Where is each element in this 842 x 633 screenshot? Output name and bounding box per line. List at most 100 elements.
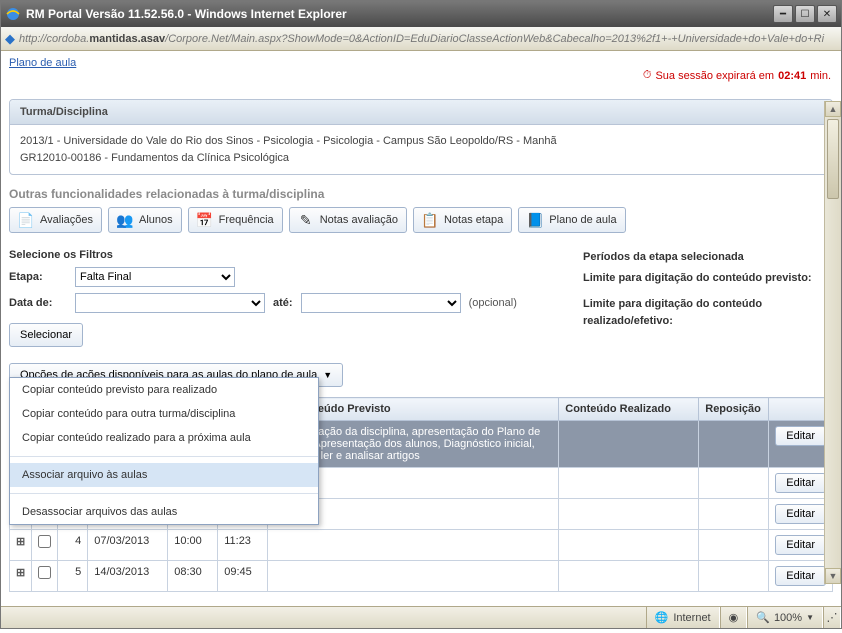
menu-separator	[10, 456, 318, 457]
turma-disciplina-panel: Turma/Disciplina 2013/1 - Universidade d…	[9, 99, 833, 175]
alunos-label: Alunos	[139, 214, 173, 226]
periods-section: Períodos da etapa selecionada Limite par…	[583, 249, 833, 347]
avaliacoes-label: Avaliações	[40, 214, 93, 226]
cell-conteudo-previsto	[268, 530, 559, 561]
notas-etapa-button[interactable]: 📋Notas etapa	[413, 207, 512, 233]
data-de-select[interactable]	[75, 293, 265, 313]
window-title: RM Portal Versão 11.52.56.0 - Windows In…	[26, 7, 773, 21]
frequencia-button[interactable]: 📅 Frequência	[188, 207, 283, 233]
address-bar: ◆ http://cordoba.mantidas.asav/Corpore.N…	[1, 27, 841, 51]
cell-reposicao	[699, 421, 769, 468]
menu-desassociar-arquivos[interactable]: Desassociar arquivos das aulas	[10, 500, 318, 524]
page-content: Plano de aula ⏱ Sua sessão expirará em 0…	[1, 51, 841, 606]
date-row: Data de: até: (opcional)	[9, 293, 563, 313]
options-dropdown-menu: Copiar conteúdo previsto para realizado …	[9, 377, 319, 525]
edit-button[interactable]: Editar	[775, 504, 826, 524]
filters-title: Selecione os Filtros	[9, 249, 563, 261]
zone-label: Internet	[673, 612, 710, 624]
doc-check-icon: 📄	[18, 212, 34, 228]
status-bar: 🌐 Internet ◉ 🔍 100% ▼ ⋰	[1, 606, 841, 628]
menu-copiar-realizado-proxima[interactable]: Copiar conteúdo realizado para a próxima…	[10, 426, 318, 450]
filters-section: Selecione os Filtros Etapa: Falta Final …	[9, 249, 563, 347]
row-checkbox[interactable]	[38, 566, 51, 579]
url-host: mantidas.asav	[89, 33, 165, 45]
notas-avaliacao-button[interactable]: ✎ Notas avaliação	[289, 207, 407, 233]
ie-logo-icon	[5, 6, 21, 22]
plano-aula-button[interactable]: 📘Plano de aula	[518, 207, 625, 233]
etapa-row: Etapa: Falta Final	[9, 267, 563, 287]
panel-line2: GR12010-00186 - Fundamentos da Clínica P…	[20, 150, 822, 167]
people-icon: 👥	[117, 212, 133, 228]
data-ate-select[interactable]	[301, 293, 461, 313]
edit-button[interactable]: Editar	[775, 535, 826, 555]
edit-button[interactable]: Editar	[775, 473, 826, 493]
menu-separator2	[10, 493, 318, 494]
cell-data: 07/03/2013	[88, 530, 168, 561]
title-bar: RM Portal Versão 11.52.56.0 - Windows In…	[1, 1, 841, 27]
session-expiry-warning: ⏱ Sua sessão expirará em 02:41 min.	[643, 69, 831, 82]
close-button[interactable]: ✕	[817, 5, 837, 23]
book-icon: 📘	[527, 212, 543, 228]
function-toolbar: 📄 Avaliações 👥 Alunos 📅 Frequência ✎ Notas a…	[9, 207, 833, 233]
expand-icon[interactable]: ⊞	[16, 567, 25, 579]
cell-conteudo-realizado	[559, 530, 699, 561]
cell-termino: 11:23	[218, 530, 268, 561]
vertical-scrollbar[interactable]: ▲ ▼	[824, 101, 841, 584]
cell-reposicao	[699, 499, 769, 530]
chevron-down-icon: ▼	[806, 613, 814, 622]
clock-icon: ⏱	[643, 69, 652, 82]
expand-icon[interactable]: ⊞	[16, 536, 25, 548]
calendar-icon: 📅	[197, 212, 213, 228]
panel-line1: 2013/1 - Universidade do Vale do Rio dos…	[20, 133, 822, 150]
row-checkbox[interactable]	[38, 535, 51, 548]
periods-realizado-label: Limite para digitação do conteúdo realiz…	[583, 298, 762, 327]
scroll-thumb[interactable]	[827, 119, 839, 199]
cell-conteudo-previsto	[268, 561, 559, 592]
pencil-icon: ✎	[298, 212, 314, 228]
cell-inicio: 10:00	[168, 530, 218, 561]
window-buttons: ━ ☐ ✕	[773, 5, 837, 23]
session-suffix: min.	[810, 70, 831, 82]
etapa-label: Etapa:	[9, 271, 67, 283]
minimize-button[interactable]: ━	[773, 5, 793, 23]
list-icon: 📋	[422, 212, 438, 228]
url-text[interactable]: http://cordoba.mantidas.asav/Corpore.Net…	[19, 33, 837, 45]
cell-inicio: 08:30	[168, 561, 218, 592]
table-row: ⊞ 514/03/201308:3009:45 Editar	[10, 561, 833, 592]
menu-copiar-previsto-realizado[interactable]: Copiar conteúdo previsto para realizado	[10, 378, 318, 402]
notas-avaliacao-label: Notas avaliação	[320, 214, 398, 226]
globe-icon: 🌐	[655, 611, 669, 624]
scroll-up-arrow-icon[interactable]: ▲	[825, 101, 841, 117]
selecionar-button[interactable]: Selecionar	[9, 323, 83, 347]
periods-title: Períodos da etapa selecionada	[583, 249, 833, 266]
avaliacoes-button[interactable]: 📄 Avaliações	[9, 207, 102, 233]
cell-data: 14/03/2013	[88, 561, 168, 592]
menu-copiar-outra-turma[interactable]: Copiar conteúdo para outra turma/discipl…	[10, 402, 318, 426]
protected-mode-segment: ◉	[720, 607, 748, 628]
maximize-button[interactable]: ☐	[795, 5, 815, 23]
cell-termino: 09:45	[218, 561, 268, 592]
cell-conteudo-realizado	[559, 561, 699, 592]
shield-icon: ◉	[729, 611, 739, 624]
panel-body: 2013/1 - Universidade do Vale do Rio dos…	[10, 125, 832, 174]
etapa-select[interactable]: Falta Final	[75, 267, 235, 287]
panel-title: Turma/Disciplina	[10, 100, 832, 125]
zoom-icon: 🔍	[756, 611, 770, 624]
cell-aula: 5	[58, 561, 88, 592]
edit-button[interactable]: Editar	[775, 426, 826, 446]
cell-reposicao	[699, 561, 769, 592]
security-zone: 🌐 Internet	[646, 607, 720, 628]
alunos-button[interactable]: 👥 Alunos	[108, 207, 182, 233]
page-favicon-icon: ◆	[5, 31, 15, 47]
menu-associar-arquivo[interactable]: Associar arquivo às aulas	[10, 463, 318, 487]
edit-button[interactable]: Editar	[775, 566, 826, 586]
resize-grip[interactable]: ⋰	[823, 607, 841, 628]
breadcrumb-plano-aula[interactable]: Plano de aula	[9, 57, 76, 69]
frequencia-label: Frequência	[219, 214, 274, 226]
col-reposicao: Reposição	[699, 398, 769, 421]
other-functions-title: Outras funcionalidades relacionadas à tu…	[9, 187, 833, 201]
ate-label: até:	[273, 297, 293, 309]
scroll-down-arrow-icon[interactable]: ▼	[825, 568, 841, 584]
zoom-segment[interactable]: 🔍 100% ▼	[747, 607, 823, 628]
table-row: ⊞407/03/201310:0011:23Editar	[10, 530, 833, 561]
